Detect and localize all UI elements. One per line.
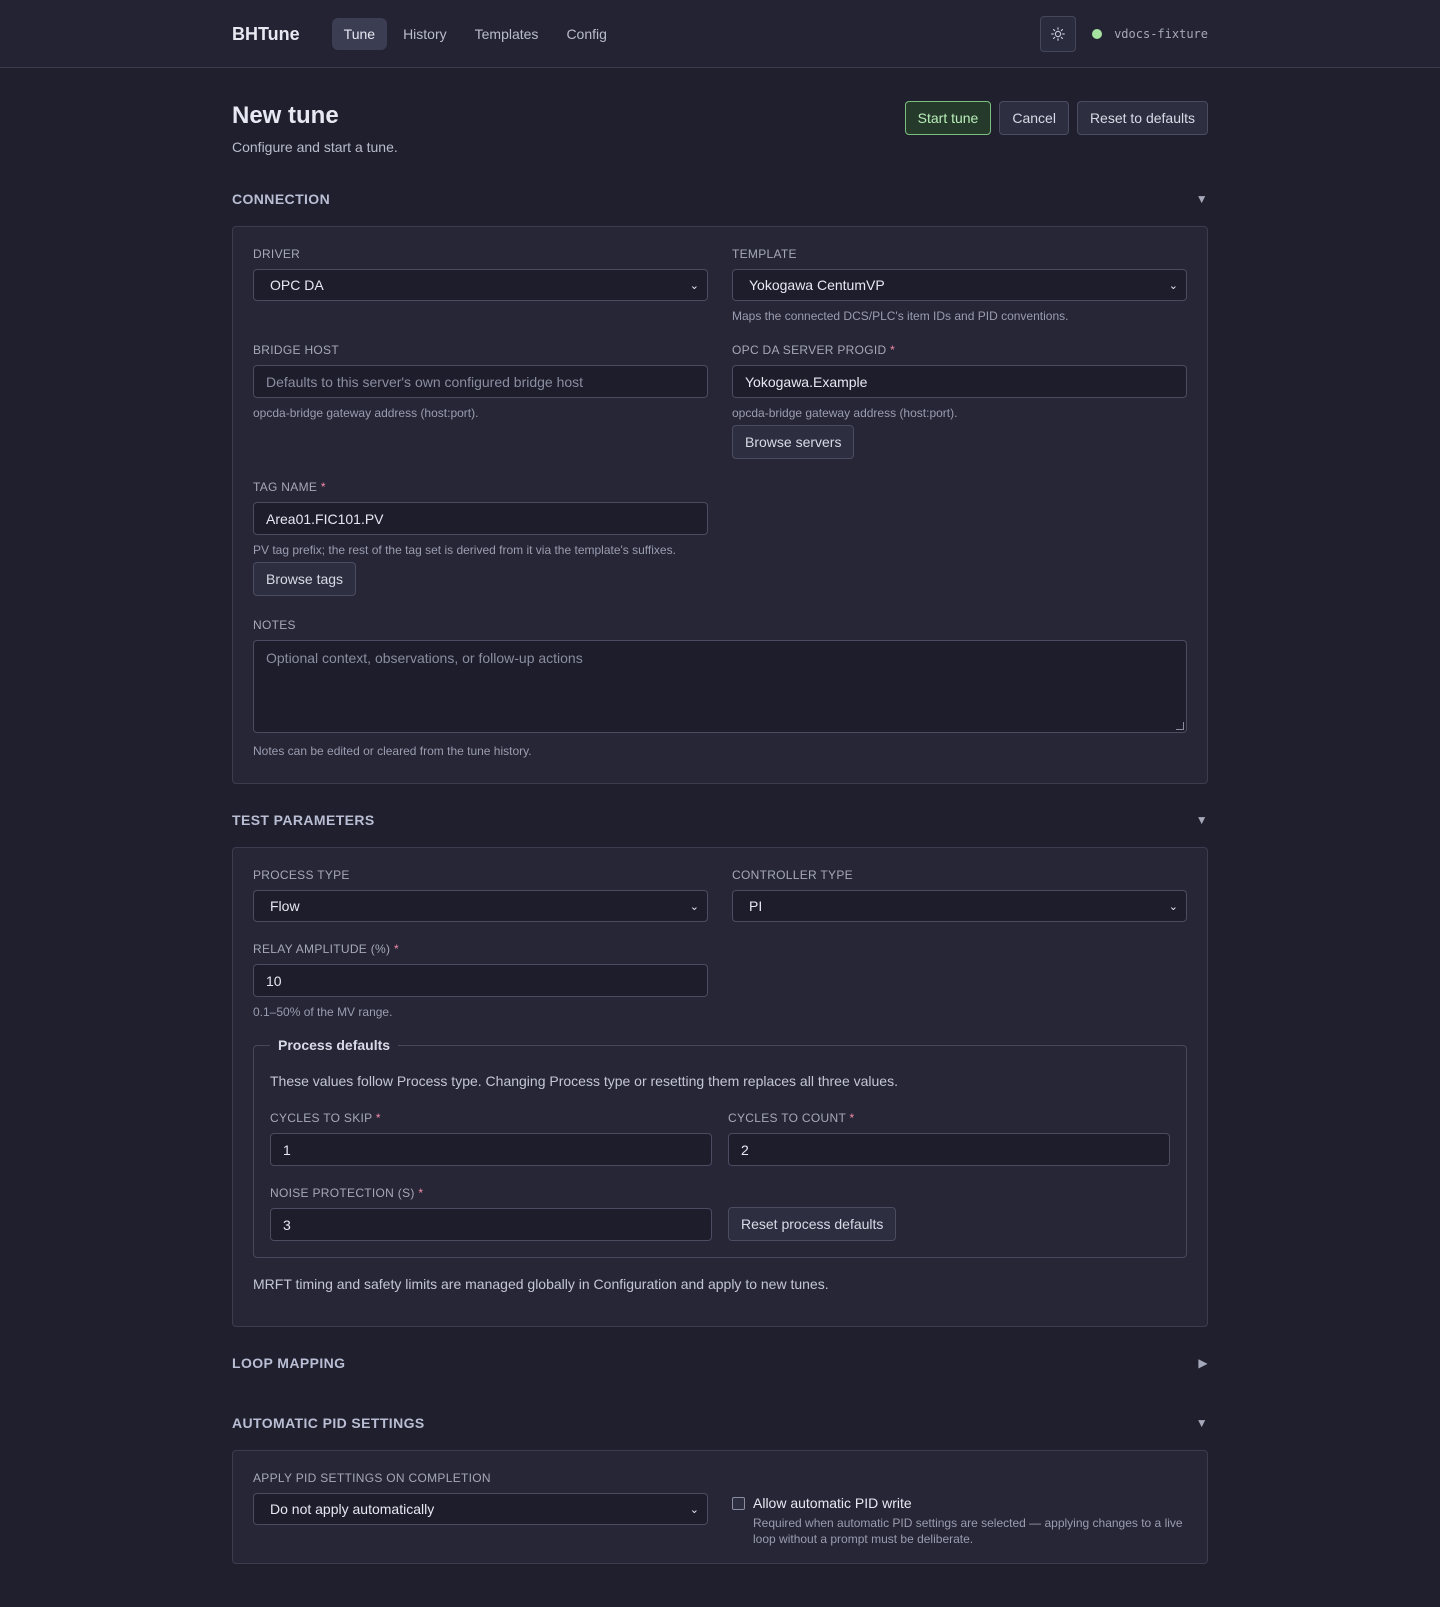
start-tune-button[interactable]: Start tune	[904, 101, 992, 135]
browse-tags-button[interactable]: Browse tags	[253, 562, 357, 596]
driver-label: DRIVER	[253, 247, 301, 261]
page-subtitle: Configure and start a tune.	[232, 139, 398, 155]
automatic-pid-card: APPLY PID SETTINGS ON COMPLETION Do not …	[232, 1450, 1208, 1564]
chevron-down-icon: ⌄	[689, 279, 699, 292]
collapse-icon[interactable]: ▼	[1196, 192, 1208, 206]
collapse-icon[interactable]: ▼	[1196, 1416, 1208, 1430]
controller-type-label: CONTROLLER TYPE	[732, 868, 853, 882]
chevron-down-icon: ⌄	[1168, 279, 1178, 292]
relay-amplitude-label: RELAY AMPLITUDE (%) *	[253, 942, 399, 956]
connection-card: DRIVER OPC DA ⌄ TEMPLATE Yokogawa Centum…	[232, 226, 1208, 784]
progid-input[interactable]: Yokogawa.Example	[732, 365, 1187, 398]
theme-toggle-button[interactable]	[1040, 16, 1077, 52]
nav-tune[interactable]: Tune	[331, 18, 388, 50]
relay-amplitude-input[interactable]: 10	[253, 964, 708, 997]
apply-pid-label: APPLY PID SETTINGS ON COMPLETION	[253, 1471, 491, 1485]
bridge-host-hint: opcda-bridge gateway address (host:port)…	[253, 406, 479, 420]
connection-section-header[interactable]: CONNECTION ▼	[232, 188, 1208, 210]
top-bar: BHTune Tune History Templates Config vdo…	[0, 0, 1440, 68]
allow-pid-write-label[interactable]: Allow automatic PID write	[753, 1495, 1187, 1511]
loop-mapping-section-header[interactable]: LOOP MAPPING ▶	[232, 1352, 1208, 1374]
nav-config[interactable]: Config	[554, 18, 618, 50]
noise-protection-value: 3	[283, 1216, 291, 1233]
allow-pid-write-hint: Required when automatic PID settings are…	[753, 1516, 1183, 1546]
notes-textarea[interactable]: Optional context, observations, or follo…	[253, 640, 1187, 733]
cycles-to-skip-value: 1	[283, 1141, 291, 1158]
connection-status-dot	[1092, 29, 1103, 39]
main-nav: Tune History Templates Config	[331, 18, 619, 50]
chevron-down-icon: ⌄	[1168, 900, 1178, 913]
cycles-to-skip-input[interactable]: 1	[270, 1133, 712, 1166]
resize-handle-icon[interactable]	[1176, 722, 1184, 730]
reset-process-defaults-button[interactable]: Reset process defaults	[728, 1207, 897, 1241]
process-defaults-fieldset: Process defaults These values follow Pro…	[253, 1037, 1187, 1258]
driver-value: OPC DA	[270, 277, 324, 293]
progid-label: OPC DA SERVER PROGID *	[732, 343, 896, 357]
browse-servers-button[interactable]: Browse servers	[732, 425, 855, 459]
progid-hint: opcda-bridge gateway address (host:port)…	[732, 406, 958, 420]
allow-pid-write-option[interactable]: Allow automatic PID write Required when …	[732, 1471, 1187, 1547]
server-name: vdocs-fixture	[1114, 27, 1208, 41]
template-label: TEMPLATE	[732, 247, 797, 261]
progid-value: Yokogawa.Example	[745, 373, 868, 390]
bridge-host-input[interactable]: Defaults to this server's own configured…	[253, 365, 708, 398]
mrft-note: MRFT timing and safety limits are manage…	[253, 1276, 829, 1292]
apply-pid-value: Do not apply automatically	[270, 1501, 435, 1517]
section-title: AUTOMATIC PID SETTINGS	[232, 1415, 425, 1431]
bridge-host-placeholder: Defaults to this server's own configured…	[266, 373, 584, 390]
process-type-label: PROCESS TYPE	[253, 868, 350, 882]
chevron-down-icon: ⌄	[689, 1503, 699, 1516]
cancel-button[interactable]: Cancel	[999, 101, 1069, 135]
tag-name-hint: PV tag prefix; the rest of the tag set i…	[253, 543, 676, 557]
process-type-select[interactable]: Flow ⌄	[253, 890, 708, 922]
collapse-icon[interactable]: ▼	[1196, 813, 1208, 827]
relay-amplitude-value: 10	[266, 972, 282, 989]
cycles-to-count-label: CYCLES TO COUNT *	[728, 1111, 855, 1125]
test-parameters-section-header[interactable]: TEST PARAMETERS ▼	[232, 809, 1208, 831]
controller-type-value: PI	[749, 898, 763, 914]
section-title: TEST PARAMETERS	[232, 812, 375, 828]
nav-history[interactable]: History	[391, 18, 459, 50]
tag-name-label: TAG NAME *	[253, 480, 326, 494]
process-defaults-description: These values follow Process type. Changi…	[270, 1073, 898, 1089]
noise-protection-label: NOISE PROTECTION (S) *	[270, 1186, 424, 1200]
new-tune-page: New tune Configure and start a tune. Sta…	[232, 68, 1208, 1564]
controller-type-select[interactable]: PI ⌄	[732, 890, 1187, 922]
allow-pid-write-checkbox[interactable]	[732, 1497, 745, 1510]
driver-select[interactable]: OPC DA ⌄	[253, 269, 708, 301]
relay-amplitude-hint: 0.1–50% of the MV range.	[253, 1005, 393, 1019]
test-parameters-card: PROCESS TYPE Flow ⌄ CONTROLLER TYPE PI ⌄…	[232, 847, 1208, 1327]
tag-name-value: Area01.FIC101.PV	[266, 510, 384, 527]
bridge-host-label: BRIDGE HOST	[253, 343, 339, 357]
process-type-value: Flow	[270, 898, 300, 914]
brand-logo[interactable]: BHTune	[232, 24, 300, 45]
apply-pid-select[interactable]: Do not apply automatically ⌄	[253, 1493, 708, 1525]
nav-templates[interactable]: Templates	[463, 18, 551, 50]
page-title: New tune	[232, 102, 339, 129]
template-hint: Maps the connected DCS/PLC's item IDs an…	[732, 309, 1069, 323]
chevron-down-icon: ⌄	[689, 900, 699, 913]
reset-to-defaults-button[interactable]: Reset to defaults	[1076, 101, 1208, 135]
cycles-to-count-input[interactable]: 2	[728, 1133, 1170, 1166]
notes-placeholder: Optional context, observations, or follo…	[266, 650, 583, 666]
noise-protection-input[interactable]: 3	[270, 1208, 712, 1241]
notes-label: NOTES	[253, 618, 296, 632]
notes-hint: Notes can be edited or cleared from the …	[253, 744, 532, 758]
automatic-pid-section-header[interactable]: AUTOMATIC PID SETTINGS ▼	[232, 1412, 1208, 1434]
process-defaults-legend: Process defaults	[270, 1037, 399, 1053]
section-title: LOOP MAPPING	[232, 1355, 346, 1371]
template-select[interactable]: Yokogawa CentumVP ⌄	[732, 269, 1187, 301]
section-title: CONNECTION	[232, 191, 331, 207]
cycles-to-count-value: 2	[741, 1141, 749, 1158]
tag-name-input[interactable]: Area01.FIC101.PV	[253, 502, 708, 535]
sun-icon	[1051, 27, 1065, 41]
expand-icon[interactable]: ▶	[1198, 1356, 1208, 1370]
template-value: Yokogawa CentumVP	[749, 277, 885, 293]
cycles-to-skip-label: CYCLES TO SKIP *	[270, 1111, 381, 1125]
